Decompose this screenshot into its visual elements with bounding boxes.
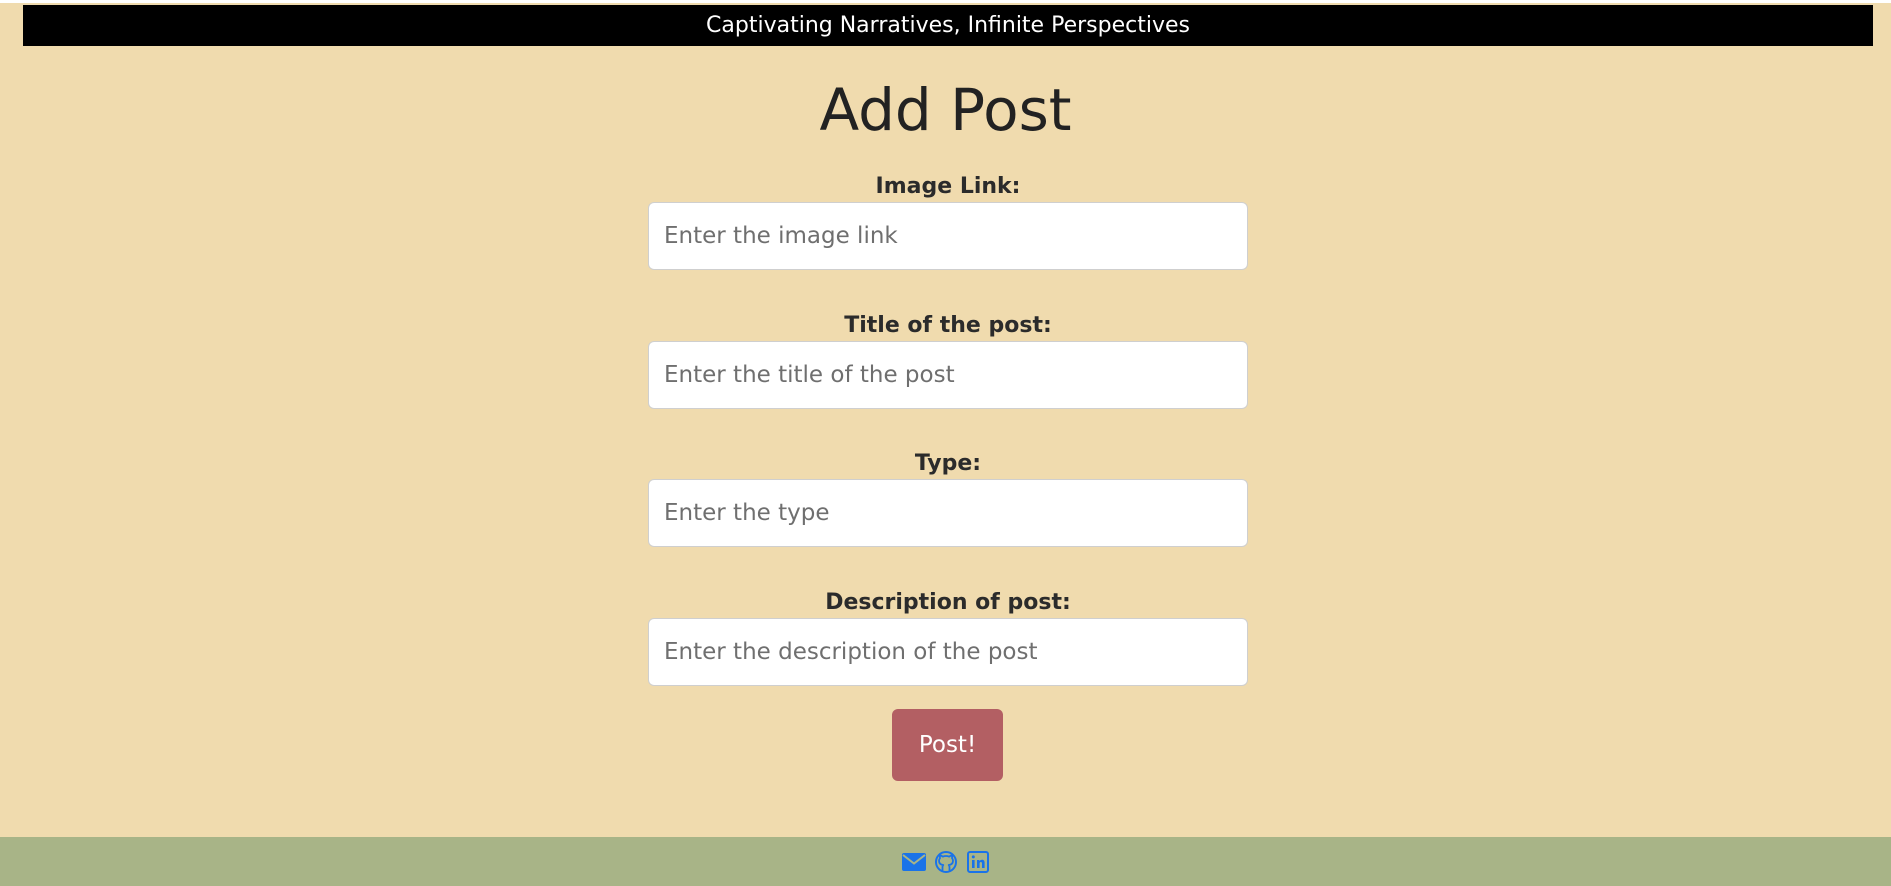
post-title-label: Title of the post: [844,313,1052,338]
page-title: Add Post [819,76,1072,144]
type-input[interactable] [648,479,1248,547]
image-link-label: Image Link: [875,174,1021,199]
footer [0,837,1891,886]
header-banner: Captivating Narratives, Infinite Perspec… [23,5,1873,46]
github-icon[interactable] [933,849,959,875]
linkedin-icon[interactable] [965,849,991,875]
envelope-icon[interactable] [901,849,927,875]
type-label: Type: [914,451,982,476]
top-strip [0,0,1891,3]
image-link-input[interactable] [648,202,1248,270]
post-button[interactable]: Post! [892,709,1003,781]
add-post-section: Add Post Image Link: Title of the post: … [0,46,1891,837]
page: Captivating Narratives, Infinite Perspec… [0,0,1891,886]
description-label: Description of post: [825,590,1071,615]
tagline: Captivating Narratives, Infinite Perspec… [706,13,1190,38]
post-title-input[interactable] [648,341,1248,409]
description-input[interactable] [648,618,1248,686]
